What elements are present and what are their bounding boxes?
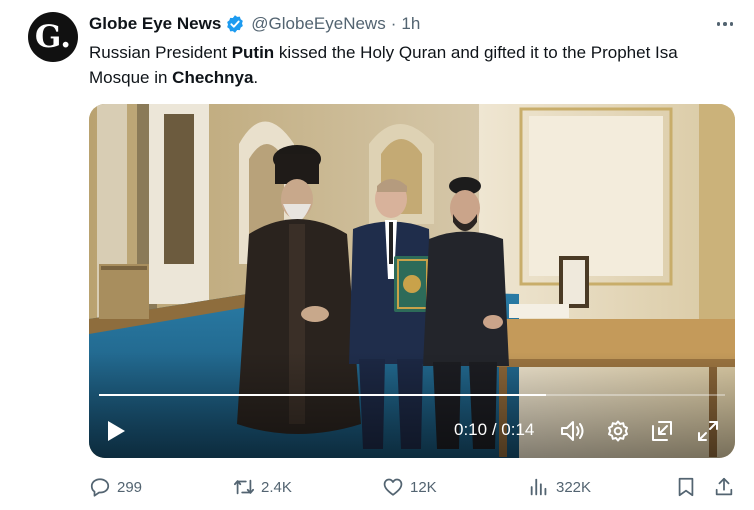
video-progress-bar[interactable] — [99, 394, 725, 396]
verified-badge-icon[interactable] — [225, 14, 245, 34]
view-count: 322K — [556, 478, 592, 496]
author-handle[interactable]: @GlobeEyeNews — [251, 14, 385, 34]
tweet-text: Russian President Putin kissed the Holy … — [89, 43, 678, 87]
post-time[interactable]: 1h — [401, 14, 420, 34]
bookmark-button[interactable] — [675, 472, 697, 502]
picture-in-picture-icon[interactable] — [649, 418, 675, 444]
author-name[interactable]: Globe Eye News — [89, 14, 221, 34]
settings-icon[interactable] — [605, 418, 631, 444]
repost-count: 2.4K — [261, 478, 292, 496]
like-button[interactable]: 12K — [382, 472, 437, 502]
reply-icon — [90, 478, 110, 497]
reply-count: 299 — [117, 478, 143, 496]
time-elapsed: 0:10 — [454, 420, 488, 439]
share-icon — [715, 477, 733, 496]
mention-chechnya: Chechnya — [172, 68, 254, 87]
repost-button[interactable]: 2.4K — [233, 472, 292, 502]
more-options-icon[interactable] — [713, 14, 737, 34]
tweet[interactable]: G. Globe Eye News @GlobeEyeNews · 1h Rus… — [0, 0, 754, 510]
time-duration: 0:14 — [501, 420, 535, 439]
like-count: 12K — [410, 478, 437, 496]
avatar[interactable]: G. — [28, 12, 78, 62]
bookmark-icon — [678, 477, 694, 497]
volume-icon[interactable] — [559, 418, 585, 444]
avatar-logo: G. — [34, 18, 72, 55]
like-icon — [383, 478, 403, 496]
video-timecode: 0:10 / 0:14 — [454, 420, 535, 439]
fullscreen-icon[interactable] — [695, 418, 721, 444]
reply-button[interactable]: 299 — [89, 472, 142, 502]
video-progress-fill — [99, 394, 546, 396]
play-icon[interactable] — [105, 418, 127, 444]
video-frame — [89, 104, 735, 458]
action-bar: 299 2.4K 12K 322K — [0, 472, 754, 502]
repost-icon — [233, 479, 255, 495]
mention-putin: Putin — [231, 43, 275, 62]
tweet-header: Globe Eye News @GlobeEyeNews · 1h — [89, 13, 420, 35]
video-player[interactable]: 0:10 / 0:14 — [89, 104, 735, 458]
share-button[interactable] — [713, 472, 735, 502]
views-icon — [530, 478, 547, 496]
separator-dot: · — [390, 14, 397, 33]
views-button[interactable]: 322K — [528, 472, 591, 502]
